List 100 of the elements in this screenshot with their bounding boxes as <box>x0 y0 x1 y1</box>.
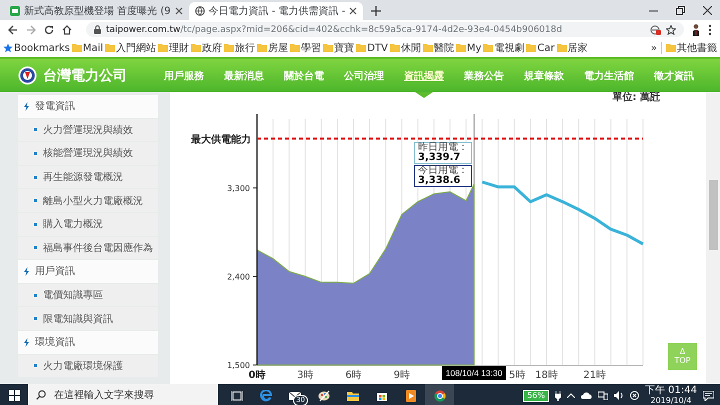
plug-icon[interactable] <box>555 390 561 400</box>
bullet-icon <box>34 176 37 179</box>
bookmark-item[interactable]: 學習 <box>289 41 322 55</box>
tooltip-label: 今日用電： <box>418 166 468 176</box>
sidebar-item[interactable]: 核能營運現況與績效 <box>18 142 158 165</box>
cloud-icon[interactable] <box>581 392 592 399</box>
bullet-icon <box>34 199 37 202</box>
task-view-icon[interactable] <box>230 390 242 402</box>
bullet-icon <box>34 222 37 226</box>
bookmark-item[interactable]: 寶寶 <box>322 41 356 55</box>
folder-icon <box>323 43 334 53</box>
lightning-icon <box>24 102 29 111</box>
bookmark-item[interactable]: 旅行 <box>223 41 256 55</box>
star-icon[interactable] <box>666 24 676 34</box>
overflow-button[interactable]: » <box>650 42 658 54</box>
axis-label: 21時 <box>583 370 606 381</box>
favicon-icon <box>10 6 20 16</box>
axis-label: 6時 <box>345 370 362 381</box>
sidebar-item[interactable]: 火力電廠環境保護 <box>18 354 158 378</box>
bookmark-item[interactable]: My <box>454 42 482 54</box>
folder-icon <box>290 43 300 53</box>
folder-icon <box>191 43 202 53</box>
star-icon <box>3 43 13 53</box>
time-label: 108/10/4 13:30 <box>442 366 506 380</box>
tooltip-label: 昨日用電： <box>418 143 468 153</box>
network-icon[interactable] <box>598 391 608 400</box>
bookmark-item[interactable]: DTV <box>355 42 389 54</box>
bookmark-item[interactable]: 電視劇 <box>482 41 526 55</box>
bookmark-item[interactable]: Bookmarks <box>2 42 71 54</box>
folder-icon[interactable] <box>346 390 358 402</box>
menu-icon[interactable] <box>708 24 712 36</box>
logo-icon[interactable] <box>18 66 37 85</box>
folder-icon <box>456 43 466 53</box>
browser-tab[interactable]: 新式高教原型機登場 首度曝光 (9 <box>4 2 189 20</box>
reload-icon[interactable] <box>44 24 54 34</box>
sidebar-item[interactable]: 火力營運現況與績效 <box>18 118 158 142</box>
search-field[interactable]: 在這裡輸入文字來搜尋 <box>28 384 218 405</box>
browser-tab[interactable]: 今日電力資訊 - 電力供需資訊 - <box>188 2 364 20</box>
clock-time[interactable]: 下午 01:44 <box>645 386 697 396</box>
axis-label: 3時 <box>297 370 314 381</box>
folder-icon <box>224 43 234 53</box>
bookmark-item[interactable]: 理財 <box>157 41 190 55</box>
blocked-icon[interactable] <box>650 24 661 34</box>
windows-icon[interactable] <box>8 390 20 401</box>
folder-icon <box>526 43 536 53</box>
axis-label: 9時 <box>394 370 410 381</box>
bullet-icon <box>34 364 37 368</box>
folder-icon <box>257 43 268 53</box>
axis-label: 0時 <box>248 370 266 381</box>
back-icon[interactable] <box>8 24 18 34</box>
folder-icon <box>72 43 82 53</box>
bookmark-item[interactable]: 房屋 <box>256 41 290 55</box>
sidebar-item[interactable]: 限電知識與資訊 <box>18 307 158 330</box>
sidebar-item[interactable]: 電價知識專區 <box>18 284 158 306</box>
palette-icon[interactable] <box>318 390 330 402</box>
sidebar-item[interactable]: 用戶資訊 <box>18 260 158 283</box>
person-icon[interactable] <box>692 24 700 36</box>
folder-icon <box>158 43 168 53</box>
home-icon[interactable] <box>62 24 72 34</box>
clock-date[interactable]: 2019/10/4 <box>650 396 692 405</box>
sidebar-item[interactable]: 離島小型火力電廠概況 <box>18 189 158 212</box>
bookmark-item[interactable]: 休閒 <box>388 41 422 55</box>
volume-icon[interactable] <box>614 391 624 400</box>
bookmark-item[interactable]: Mail <box>70 42 104 54</box>
notification-icon[interactable] <box>703 390 714 400</box>
bookmark-item[interactable]: 其他書籤 <box>665 41 718 55</box>
scrollbar-thumb[interactable] <box>708 180 718 250</box>
browser-icon[interactable] <box>260 390 272 402</box>
sidebar-item[interactable]: 購入電力概況 <box>18 212 158 236</box>
tab-title: 今日電力資訊 - 電力供需資訊 - <box>208 4 346 18</box>
restore-icon[interactable] <box>676 6 685 14</box>
media-icon[interactable] <box>404 390 416 402</box>
pointer-icon <box>415 92 433 98</box>
chrome-icon[interactable] <box>434 390 446 402</box>
bookmark-item[interactable]: 政府 <box>190 41 224 55</box>
axis-label: 18時 <box>535 370 558 381</box>
bookmark-item[interactable]: 居家 <box>556 41 589 55</box>
lightning-icon <box>24 266 29 276</box>
bookmark-item[interactable]: 入門網站 <box>104 41 158 55</box>
sidebar-item[interactable]: 再生能源發電概況 <box>18 166 158 188</box>
close-icon[interactable] <box>174 7 183 15</box>
axis-label: 2,400 <box>227 272 250 282</box>
plus-icon[interactable] <box>371 6 382 16</box>
bullet-icon <box>34 317 37 320</box>
sidebar-item[interactable]: 福島事件後台電因應作為 <box>18 236 158 260</box>
capacity-label: 最大供電能力 <box>191 134 251 146</box>
tab-title: 新式高教原型機登場 首度曝光 (9 <box>24 4 171 18</box>
logo-text: 台灣電力公司 <box>43 66 127 84</box>
chevron-icon[interactable] <box>567 393 575 398</box>
address-bar[interactable]: taipower.com.tw/tc/page.aspx?mid=206&cid=402&cchk=8c59a5ca-9174-4d2e-93e4-0454b906018d <box>86 22 684 37</box>
url-text: taipower.com.tw/tc/page.aspx?mid=206&cid=402&cchk=8c59a5ca-9174-4d2e-93e4-0454b906018d <box>106 24 562 34</box>
tooltip-value: 3,338.6 <box>418 176 462 186</box>
sidebar-item[interactable]: 發電資訊 <box>18 95 158 118</box>
folder-icon <box>390 43 400 53</box>
close-icon[interactable] <box>349 7 358 15</box>
bookmark-item[interactable]: Car <box>525 42 556 54</box>
bookmark-item[interactable]: 醫院 <box>422 41 455 55</box>
sidebar-item[interactable]: 環境資訊 <box>18 330 158 354</box>
cross-circle-icon[interactable] <box>630 391 639 400</box>
close-icon[interactable] <box>703 6 712 14</box>
